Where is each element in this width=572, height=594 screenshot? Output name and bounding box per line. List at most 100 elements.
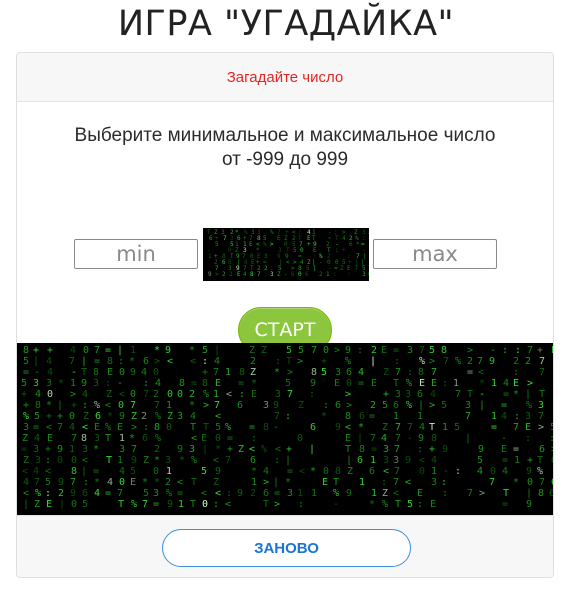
svg-text:0: 0: [298, 271, 302, 278]
svg-text:8: 8: [335, 466, 341, 477]
svg-text:T: T: [191, 477, 197, 488]
svg-text:3: 3: [431, 477, 437, 488]
svg-text::: :: [298, 499, 304, 510]
svg-text:7: 7: [539, 356, 545, 367]
svg-text:T: T: [81, 367, 87, 378]
svg-text:2: 2: [370, 400, 376, 411]
svg-text:*: *: [189, 345, 195, 356]
svg-text:T: T: [105, 433, 111, 444]
svg-text:+: +: [307, 241, 311, 248]
svg-text:|: |: [309, 444, 315, 455]
svg-text:>: >: [551, 444, 553, 455]
svg-text:8: 8: [311, 367, 317, 378]
svg-text:4: 4: [23, 477, 29, 488]
svg-text:*: *: [154, 345, 160, 356]
svg-text:7: 7: [393, 477, 399, 488]
restart-button[interactable]: ЗАНОВО: [162, 529, 411, 567]
svg-text:%: %: [203, 389, 209, 400]
svg-text:9: 9: [57, 444, 63, 455]
svg-text:8: 8: [250, 271, 254, 278]
svg-text:<: <: [226, 389, 232, 400]
svg-text:8: 8: [93, 367, 99, 378]
svg-text:8: 8: [359, 444, 365, 455]
svg-text:>: >: [203, 400, 209, 411]
svg-text:4: 4: [430, 389, 436, 400]
svg-text:<: <: [191, 433, 197, 444]
svg-text:E: E: [381, 345, 387, 356]
svg-text:1: 1: [70, 378, 76, 389]
svg-text:>: >: [527, 378, 533, 389]
svg-text:1: 1: [491, 411, 497, 422]
svg-text:E: E: [107, 367, 113, 378]
svg-text:0: 0: [69, 411, 75, 422]
svg-text:<: <: [190, 356, 196, 367]
svg-text:9: 9: [442, 444, 448, 455]
svg-text:+: +: [21, 389, 27, 400]
svg-text:<: <: [286, 259, 290, 266]
svg-text::: :: [335, 247, 339, 254]
svg-text:Z: Z: [167, 411, 173, 422]
svg-text:9: 9: [310, 378, 316, 389]
svg-text:*: *: [513, 477, 519, 488]
svg-text:2: 2: [371, 345, 377, 356]
svg-text:|: |: [33, 356, 39, 367]
svg-text:5: 5: [202, 345, 208, 356]
svg-text:|: |: [370, 356, 376, 367]
card-footer: ЗАНОВО: [17, 515, 553, 577]
svg-text:=: =: [191, 378, 197, 389]
svg-text:9: 9: [526, 466, 532, 477]
svg-text:Z: Z: [298, 400, 304, 411]
svg-text:1: 1: [311, 488, 317, 499]
svg-text:T: T: [190, 499, 196, 510]
svg-text::: :: [394, 356, 400, 367]
svg-text:7: 7: [34, 477, 40, 488]
svg-text:-: -: [490, 345, 496, 356]
svg-text:=: =: [105, 488, 111, 499]
svg-text:*: *: [513, 389, 519, 400]
svg-text:|: |: [357, 433, 363, 444]
svg-text:T: T: [539, 389, 545, 400]
svg-text:<: <: [345, 422, 351, 433]
svg-text:7: 7: [465, 411, 471, 422]
svg-text:%: %: [105, 422, 111, 433]
svg-text:6: 6: [82, 488, 88, 499]
svg-text:4: 4: [263, 466, 269, 477]
svg-text:3: 3: [94, 433, 100, 444]
svg-text:7: 7: [225, 455, 231, 466]
svg-text:E: E: [46, 499, 52, 510]
svg-text::: :: [45, 455, 51, 466]
svg-text:T: T: [467, 389, 473, 400]
svg-text:=: =: [491, 422, 497, 433]
svg-text:%: %: [270, 229, 274, 236]
svg-text:7: 7: [489, 477, 495, 488]
svg-text:T: T: [395, 499, 401, 510]
svg-text:Z: Z: [277, 271, 281, 278]
min-input[interactable]: [74, 239, 198, 269]
svg-text:7: 7: [131, 444, 137, 455]
svg-text:0: 0: [119, 477, 125, 488]
svg-text:-: -: [333, 499, 339, 510]
svg-text:9: 9: [131, 455, 137, 466]
svg-text:*: *: [142, 477, 148, 488]
svg-text:0: 0: [47, 389, 53, 400]
svg-text:>: >: [215, 271, 219, 278]
svg-text:0: 0: [419, 466, 425, 477]
svg-text:=: =: [393, 345, 399, 356]
svg-text:E: E: [251, 389, 257, 400]
svg-text:0: 0: [71, 455, 77, 466]
svg-text:|: |: [526, 488, 532, 499]
svg-text:3: 3: [189, 444, 195, 455]
svg-text:E: E: [371, 378, 377, 389]
svg-text:5: 5: [21, 378, 27, 389]
svg-text:7: 7: [431, 367, 437, 378]
svg-text:2: 2: [250, 356, 256, 367]
svg-text:=: =: [249, 422, 255, 433]
svg-text:7: 7: [223, 235, 227, 242]
svg-text:4: 4: [47, 367, 53, 378]
svg-text:0: 0: [130, 389, 136, 400]
svg-text:8: 8: [179, 378, 185, 389]
svg-text:Z: Z: [23, 455, 29, 466]
svg-text:*: *: [251, 466, 257, 477]
max-input[interactable]: [373, 239, 497, 269]
svg-text:*: *: [154, 477, 160, 488]
